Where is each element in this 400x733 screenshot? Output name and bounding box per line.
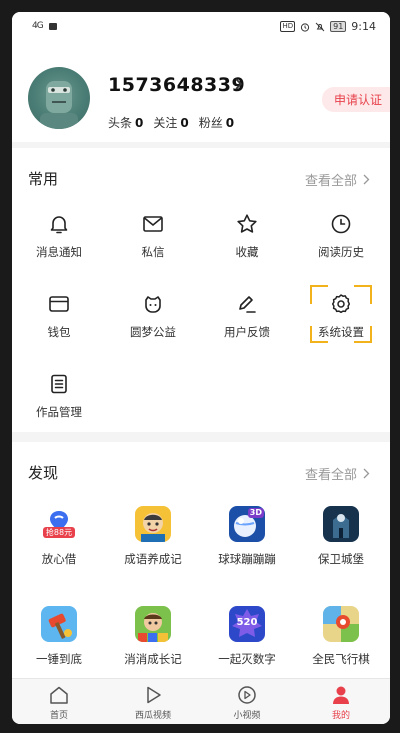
bottom-nav: 首页 西瓜视频 小视频 我的: [12, 678, 390, 724]
nav-tab-short-video[interactable]: 小视频: [200, 684, 294, 721]
nav-tab-mine[interactable]: 我的: [294, 684, 388, 721]
match-game-icon: [135, 606, 171, 642]
circle-play-icon: [238, 686, 256, 704]
feedback-pen-icon: [239, 296, 256, 313]
notification-icon: [48, 22, 57, 30]
ball-game-icon: 3D: [229, 506, 265, 542]
frame-gap-left: [308, 304, 312, 326]
profile-stats: 头条 0 关注 0 粉丝 0: [108, 114, 234, 131]
nav-tab-home[interactable]: 首页: [12, 684, 106, 721]
grid-item-works[interactable]: 作品管理: [12, 372, 106, 420]
charity-icon: [145, 296, 161, 313]
grid-item-wallet[interactable]: 钱包: [12, 292, 106, 340]
frame-gap-top: [328, 283, 354, 287]
castle-game-icon: [323, 506, 359, 542]
stat-toutiao[interactable]: 头条 0: [108, 114, 143, 131]
signal-indicator: 4G: [32, 21, 44, 31]
avatar[interactable]: [28, 67, 90, 129]
battery-indicator: 91: [330, 21, 347, 32]
clock-icon: [331, 214, 351, 234]
status-bar: 4G HD 91 9:14: [12, 12, 390, 42]
stat-following[interactable]: 关注 0: [153, 114, 188, 131]
chevron-right-icon: [363, 468, 370, 479]
number-game-icon: 520: [229, 606, 265, 642]
game-item[interactable]: 520 一起灭数字: [200, 606, 294, 667]
profile-header[interactable]: 1573648339 头条 0 关注 0 粉丝 0 申请认证: [12, 42, 390, 142]
home-icon: [50, 686, 68, 704]
settings-highlight-frame: [310, 285, 372, 343]
alarm-icon: [301, 22, 310, 32]
game-item[interactable]: 一锤到底: [12, 606, 106, 667]
document-list-icon: [51, 374, 67, 394]
loan-app-icon: 抢88元: [41, 506, 77, 542]
play-icon: [147, 686, 161, 704]
game-item[interactable]: 成语养成记: [106, 506, 200, 567]
game-item[interactable]: 3D 球球蹦蹦蹦: [200, 506, 294, 567]
avatar-face-icon: [40, 81, 78, 129]
hd-icon: HD: [280, 21, 296, 32]
nav-tab-xigua-video[interactable]: 西瓜视频: [106, 684, 200, 721]
frame-gap-bottom: [328, 341, 354, 345]
idiom-game-icon: [135, 506, 171, 542]
clock-time: 9:14: [351, 20, 376, 33]
stat-followers[interactable]: 粉丝 0: [199, 114, 234, 131]
grid-item-history[interactable]: 阅读历史: [294, 212, 388, 260]
phone-screen: 4G HD 91 9:14 1573648339 头条 0 关注 0 粉丝 0 …: [12, 12, 390, 724]
game-item[interactable]: 抢88元 放心借: [12, 506, 106, 567]
grid-item-charity[interactable]: 圆梦公益: [106, 292, 200, 340]
username[interactable]: 1573648339: [108, 74, 245, 96]
bell-icon: [50, 216, 68, 234]
grid-item-messages[interactable]: 私信: [106, 212, 200, 260]
chevron-right-icon[interactable]: [232, 76, 246, 92]
discover-section: 发现 查看全部 抢88元 放心借 成语养成记 3D 球球蹦蹦蹦 保卫城堡 一锤到…: [12, 442, 390, 682]
hammer-game-icon: [41, 606, 77, 642]
grid-item-notifications[interactable]: 消息通知: [12, 212, 106, 260]
section-title: 发现: [28, 464, 59, 482]
apply-certification-button[interactable]: 申请认证: [321, 87, 390, 112]
user-icon: [333, 686, 349, 704]
game-item[interactable]: 保卫城堡: [294, 506, 388, 567]
common-section: 常用 查看全部 消息通知 私信 收藏 阅读历史 钱包 圆梦公益 用户反馈 系统设…: [12, 148, 390, 432]
star-icon: [237, 214, 257, 233]
frame-gap-right: [370, 304, 374, 326]
wallet-icon: [49, 296, 69, 312]
view-all-link[interactable]: 查看全部: [305, 464, 370, 483]
mail-icon: [143, 216, 163, 232]
section-title: 常用: [28, 170, 59, 188]
grid-item-feedback[interactable]: 用户反馈: [200, 292, 294, 340]
view-all-link[interactable]: 查看全部: [305, 170, 370, 189]
grid-item-favorites[interactable]: 收藏: [200, 212, 294, 260]
game-item[interactable]: 消消成长记: [106, 606, 200, 667]
mute-icon: [315, 22, 325, 31]
flight-chess-icon: [323, 606, 359, 642]
game-item[interactable]: 全民飞行棋: [294, 606, 388, 667]
chevron-right-icon: [363, 174, 370, 185]
